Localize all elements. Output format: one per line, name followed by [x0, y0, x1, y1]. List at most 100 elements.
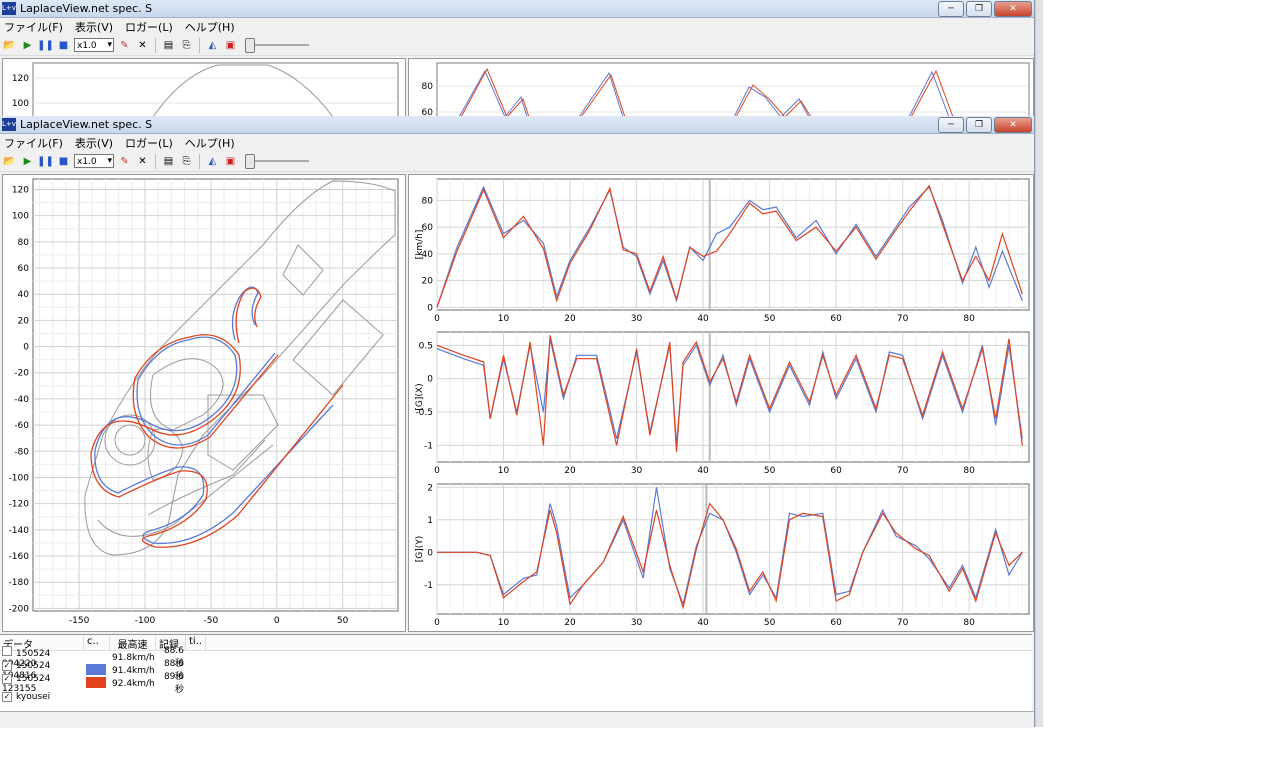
- grid-cell-color[interactable]: [84, 676, 110, 691]
- chart-2[interactable]: 210-10 10 20 30 40 50 60 70 80[G](Y): [415, 483, 1030, 628]
- bg-maximize-button[interactable]: ❐: [966, 1, 992, 17]
- list-icon[interactable]: ▤: [161, 154, 176, 169]
- charts-svg: 0204060800 10 20 30 40 50 60 70 80[km/h]0.50-0.5…: [415, 178, 1030, 628]
- pen-icon[interactable]: ✎: [117, 38, 132, 53]
- grid-row[interactable]: ✓ kyousei: [0, 690, 1032, 703]
- chart-x-tick: 10: [498, 314, 510, 324]
- grid-row[interactable]: 150524 094220 91.8km/h 88.6秒: [0, 646, 1032, 669]
- chart-y-tick: 0: [427, 375, 433, 385]
- grid-row[interactable]: ✓ 150524 104816 91.4km/h 88.6秒: [0, 659, 1032, 682]
- bg-menu-logger[interactable]: ロガー(L): [125, 19, 173, 35]
- stop-icon[interactable]: ■: [56, 154, 71, 169]
- play-icon[interactable]: ▶: [20, 38, 35, 53]
- charts-panel: 0 20 40 60 80 0 10 20 30 40 50 60 70 80 [km/h] 0.5 0 -0.5…: [408, 174, 1034, 632]
- row-checkbox[interactable]: ✓: [2, 673, 12, 684]
- bg-map-y-tick: 100: [12, 99, 29, 109]
- row-checkbox[interactable]: [2, 646, 12, 656]
- chart-x-tick: 10: [498, 618, 510, 628]
- pause-icon[interactable]: ❚❚: [37, 154, 54, 169]
- map-y-tick: 20: [18, 316, 30, 326]
- play-icon[interactable]: ▶: [20, 154, 35, 169]
- chart-x-tick: 10: [498, 466, 510, 476]
- chart-x-tick: 20: [564, 314, 576, 324]
- list-icon[interactable]: ▤: [161, 38, 176, 53]
- map-y-tick: -120: [9, 500, 30, 510]
- map-y-tick: -160: [9, 552, 30, 562]
- bg-minimize-button[interactable]: ─: [938, 1, 964, 17]
- map-y-tick: 100: [12, 212, 29, 222]
- menu-logger[interactable]: ロガー(L): [125, 135, 173, 151]
- grid-cell-max-speed: 91.4km/h: [112, 665, 155, 676]
- chart-x-tick: 70: [897, 618, 909, 628]
- row-checkbox[interactable]: ✓: [2, 691, 12, 702]
- color-swatch[interactable]: [86, 676, 106, 688]
- track-map-panel[interactable]: -150 -100 -50 0 50 120 100 80 60 40 20 0 -20 -40 -60 -8…: [2, 174, 406, 632]
- open-folder-icon[interactable]: 📂: [2, 38, 17, 53]
- menu-view[interactable]: 表示(V): [75, 135, 113, 151]
- export-icon[interactable]: ⎘: [179, 38, 194, 53]
- zoom-select[interactable]: x1.0: [74, 154, 114, 168]
- col-color[interactable]: c..: [84, 635, 110, 650]
- row-checkbox[interactable]: ✓: [2, 660, 12, 671]
- chart-icon[interactable]: ◭: [205, 38, 220, 53]
- menu-help[interactable]: ヘルプ(H): [185, 135, 235, 151]
- maximize-button[interactable]: ❐: [966, 117, 992, 133]
- col-max-speed[interactable]: 最高速: [110, 635, 156, 651]
- chart-x-tick: 40: [697, 314, 709, 324]
- grid-row[interactable]: ✓ 150524 123155 92.4km/h 89.6秒: [0, 672, 1032, 695]
- map-y-tick: -40: [14, 395, 29, 405]
- chart-x-tick: 0: [434, 618, 440, 628]
- chart-x-tick: 0: [434, 314, 440, 324]
- chart-1[interactable]: 0.50-0.5-10 10 20 30 40 50 60 70 80[G](X): [415, 331, 1030, 476]
- map-x-tick: -150: [69, 616, 90, 626]
- menu-file[interactable]: ファイル(F): [4, 135, 63, 151]
- grid-cell-color[interactable]: [84, 663, 110, 678]
- delete-icon[interactable]: ✕: [135, 154, 150, 169]
- bg-menu-bar: ファイル(F) 表示(V) ロガー(L) ヘルプ(H): [0, 18, 1034, 35]
- grid-cell-name: ✓ kyousei: [0, 691, 84, 702]
- window-title: LaplaceView.net spec. S: [20, 118, 153, 131]
- chart-y-label: [G](X): [415, 383, 425, 410]
- chart-x-tick: 40: [697, 466, 709, 476]
- grid-cell-max-speed: 91.8km/h: [112, 652, 155, 663]
- minimize-button[interactable]: ─: [938, 117, 964, 133]
- bg-menu-file[interactable]: ファイル(F): [4, 19, 63, 35]
- toolbar-separator: [155, 37, 156, 53]
- bg-speed-panel: 80 60: [408, 58, 1034, 117]
- bg-close-button[interactable]: ✕: [994, 1, 1032, 17]
- vertical-scrollbar[interactable]: [1035, 0, 1043, 727]
- chart-y-tick: 0: [427, 548, 433, 558]
- chart-y-label: [G](Y): [415, 536, 425, 563]
- chart-icon[interactable]: ◭: [205, 154, 220, 169]
- chart-0[interactable]: 0204060800 10 20 30 40 50 60 70 80[km/h]: [415, 178, 1030, 324]
- color-swatch[interactable]: [86, 663, 106, 675]
- bg-speed-svg: 80 60: [422, 62, 1030, 117]
- grid-cell-record: 89.6秒: [163, 672, 184, 695]
- bg-zoom-select[interactable]: x1.0: [74, 38, 114, 52]
- map-y-tick: 80: [18, 238, 30, 248]
- bg-menu-view[interactable]: 表示(V): [75, 19, 113, 35]
- stop-icon[interactable]: ■: [56, 38, 71, 53]
- map-y-tick: 60: [18, 264, 30, 274]
- delete-icon[interactable]: ✕: [135, 38, 150, 53]
- bg-title-bar: L+v LaplaceView.net spec. S ─ ❐ ✕: [0, 0, 1034, 18]
- map-y-tick: -80: [14, 447, 29, 457]
- pen-icon[interactable]: ✎: [117, 154, 132, 169]
- bg-map-svg: 120 100: [12, 62, 399, 117]
- pdf-icon[interactable]: ▣: [223, 154, 238, 169]
- pause-icon[interactable]: ❚❚: [37, 38, 54, 53]
- chart-x-tick: 60: [830, 314, 842, 324]
- map-y-tick: -140: [9, 526, 30, 536]
- toolbar-separator: [199, 153, 200, 169]
- export-icon[interactable]: ⎘: [179, 154, 194, 169]
- bg-menu-help[interactable]: ヘルプ(H): [185, 19, 235, 35]
- col-time[interactable]: ti..: [186, 635, 206, 650]
- title-bar: L+v LaplaceView.net spec. S ─ ❐ ✕: [0, 116, 1034, 134]
- open-folder-icon[interactable]: 📂: [2, 154, 17, 169]
- pdf-icon[interactable]: ▣: [223, 38, 238, 53]
- close-button[interactable]: ✕: [994, 117, 1032, 133]
- chart-y-tick: 0: [427, 303, 433, 313]
- playback-slider[interactable]: [245, 154, 309, 169]
- chart-y-tick: -1: [424, 441, 433, 451]
- bg-playback-slider[interactable]: [245, 38, 309, 53]
